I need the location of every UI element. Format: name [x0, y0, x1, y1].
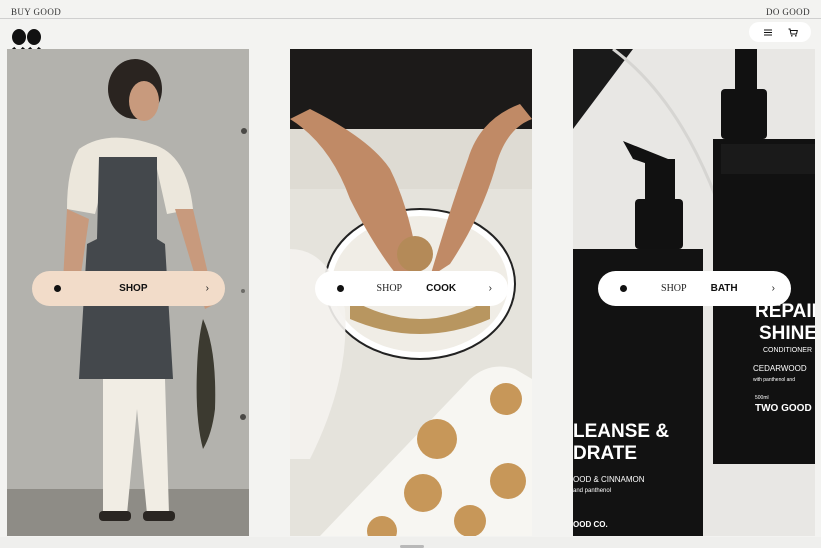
back-bottle-size: 500ml — [755, 395, 769, 401]
front-bottle-title-2: DRATE — [573, 443, 637, 464]
bullet-icon — [54, 285, 61, 292]
shop-bath-label: BATH — [710, 283, 738, 294]
shop-cta-label: SHOP — [119, 283, 148, 294]
front-bottle-scent: OOD & CINNAMON — [573, 475, 645, 484]
panel-bath[interactable]: REPAIR SHINE CONDITIONER CEDARWOOD with … — [573, 49, 815, 536]
chevron-right-icon: › — [205, 283, 209, 294]
back-bottle-scent-2: with panthenol and — [753, 377, 795, 383]
shop-cook-label: COOK — [426, 283, 457, 294]
shop-bath-cta-button[interactable]: SHOP BATH › — [598, 271, 791, 306]
chevron-right-icon: › — [488, 283, 492, 294]
panel-shop[interactable]: SHOP › — [7, 49, 249, 536]
top-utility-bar: BUY GOOD DO GOOD — [0, 0, 821, 19]
buy-good-link[interactable]: BUY GOOD — [11, 7, 61, 17]
panel-cook[interactable]: SHOP COOK › — [290, 49, 532, 536]
front-bottle-scent-2: and panthenol — [573, 488, 611, 494]
cart-icon[interactable] — [784, 24, 802, 40]
back-bottle-title-2: SHINE — [759, 323, 815, 344]
shop-cook-prefix: SHOP — [376, 283, 403, 294]
chevron-right-icon: › — [771, 283, 775, 294]
front-bottle-title-1: LEANSE & — [573, 421, 669, 442]
shop-cook-cta-button[interactable]: SHOP COOK › — [315, 271, 508, 306]
back-bottle-sub: CONDITIONER — [763, 347, 812, 354]
bullet-icon — [620, 285, 627, 292]
front-bottle-brand: OOD CO. — [573, 520, 608, 529]
shop-bath-prefix: SHOP — [661, 283, 687, 294]
bullet-icon — [337, 285, 344, 292]
do-good-link[interactable]: DO GOOD — [766, 7, 810, 17]
shop-cta-button[interactable]: SHOP › — [32, 271, 225, 306]
menu-icon[interactable] — [759, 24, 777, 40]
back-bottle-brand: TWO GOOD — [755, 403, 812, 414]
header-actions — [749, 22, 811, 42]
back-bottle-scent: CEDARWOOD — [753, 364, 807, 373]
